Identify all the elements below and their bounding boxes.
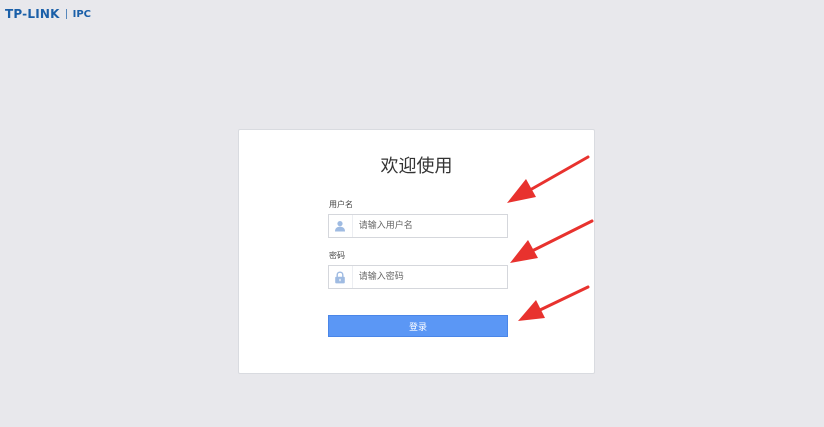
username-label: 用户名 bbox=[329, 200, 353, 209]
product-name: IPC bbox=[72, 8, 91, 20]
brand-logo: TP-LINK bbox=[5, 7, 60, 21]
logo-divider bbox=[65, 9, 67, 19]
login-card: 欢迎使用 用户名 密码 登录 bbox=[238, 129, 595, 374]
login-button[interactable]: 登录 bbox=[328, 315, 508, 337]
password-label: 密码 bbox=[329, 251, 345, 260]
welcome-title: 欢迎使用 bbox=[380, 156, 453, 177]
username-field[interactable] bbox=[328, 214, 508, 238]
password-input[interactable] bbox=[352, 267, 507, 287]
username-input[interactable] bbox=[352, 216, 507, 236]
user-icon bbox=[329, 215, 353, 237]
header-logo: TP-LINK IPC bbox=[5, 7, 91, 21]
lock-icon bbox=[329, 266, 353, 288]
password-field[interactable] bbox=[328, 265, 508, 289]
